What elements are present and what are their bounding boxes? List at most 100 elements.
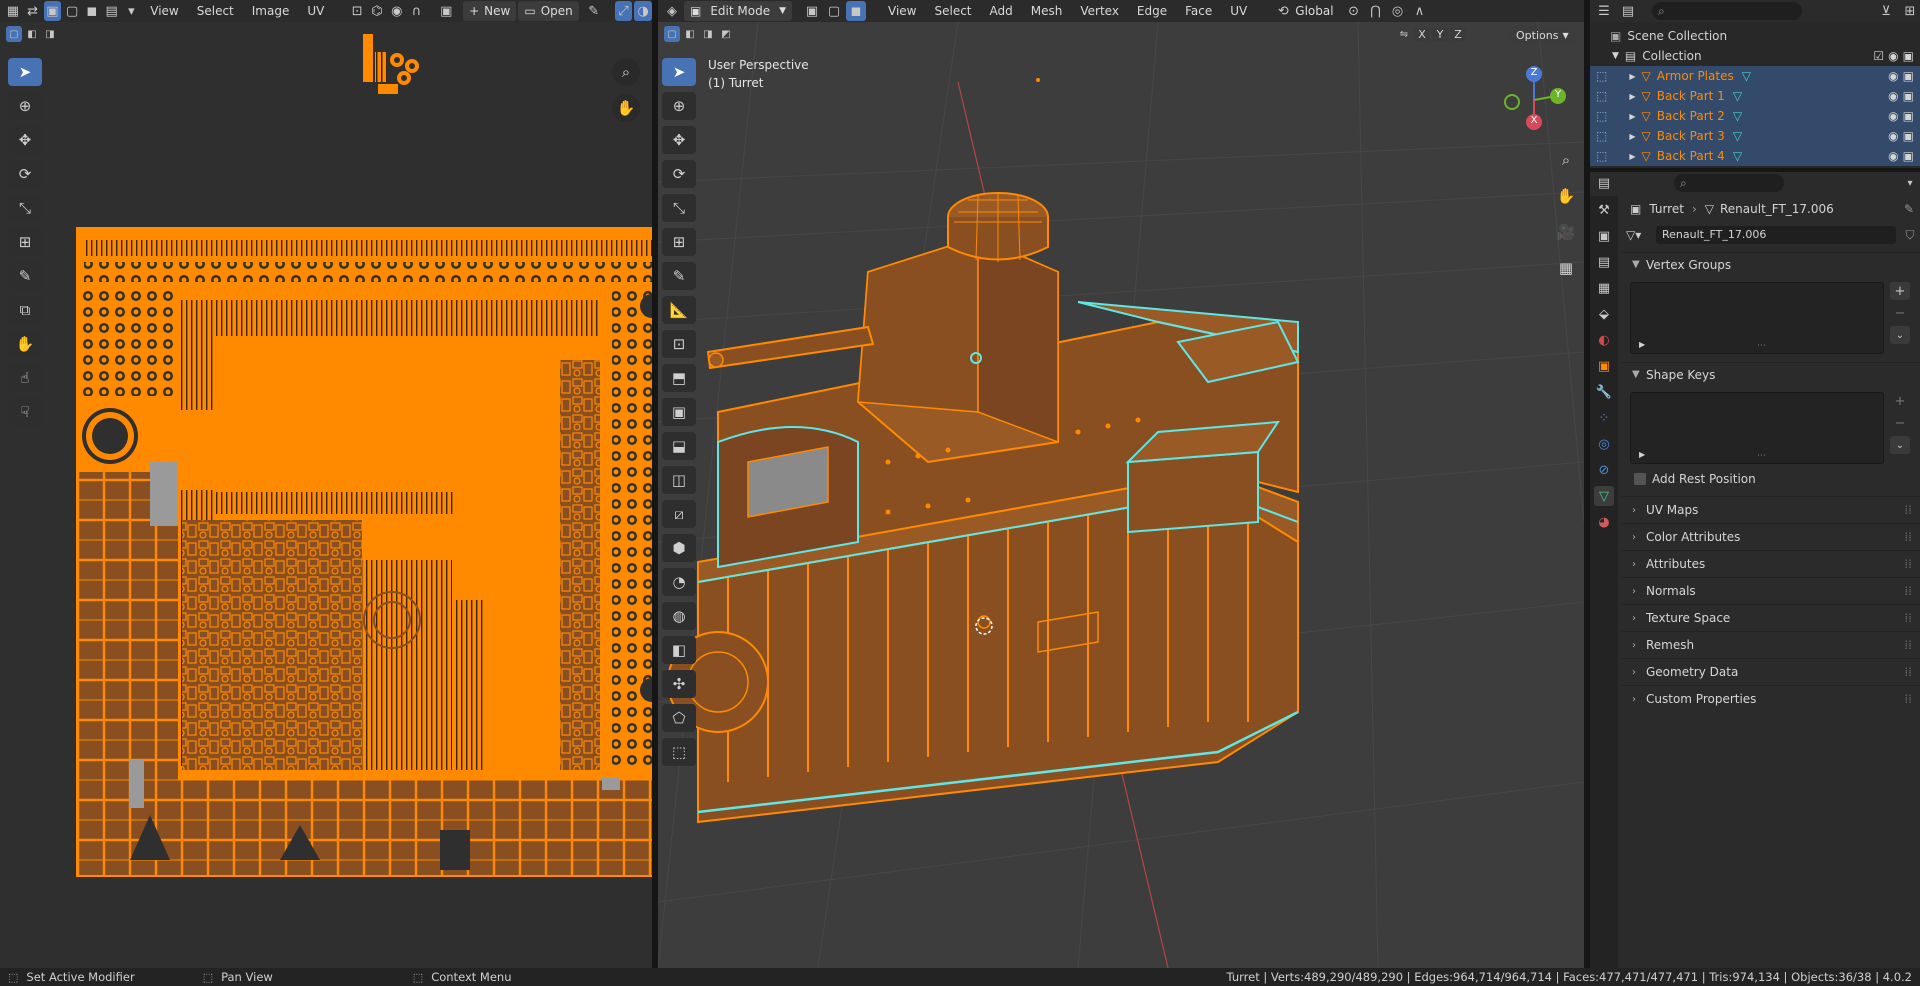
view-layer-tab-icon[interactable]: ▦: [1594, 278, 1614, 298]
remove-icon[interactable]: −: [1890, 414, 1910, 432]
camera-restrict-icon[interactable]: ▣: [1903, 149, 1914, 163]
vp-rip-tool[interactable]: ⬚: [662, 738, 696, 766]
material-tab-icon[interactable]: ◕: [1594, 512, 1614, 532]
face-mode-icon[interactable]: ◼: [846, 1, 866, 21]
drag-handle-icon[interactable]: ⁞⁞: [1904, 611, 1912, 625]
vertex-mode-icon[interactable]: ▣: [802, 1, 822, 21]
add-icon[interactable]: +: [1890, 282, 1910, 300]
mesh-browse-icon[interactable]: ▽▾: [1626, 228, 1652, 242]
constraints-tab-icon[interactable]: ⊘: [1594, 460, 1614, 480]
mesh-name-field[interactable]: Renault_FT_17.006: [1656, 226, 1896, 244]
world-tab-icon[interactable]: ◐: [1594, 330, 1614, 350]
camera-restrict-icon[interactable]: ▣: [1903, 49, 1914, 63]
vp-loop-cut-tool[interactable]: ◫: [662, 466, 696, 494]
camera-restrict-icon[interactable]: ▣: [1903, 129, 1914, 143]
add-rest-position-row[interactable]: Add Rest Position: [1622, 468, 1920, 490]
camera-restrict-icon[interactable]: ▣: [1903, 89, 1914, 103]
edge-mode-icon[interactable]: ▢: [824, 1, 844, 21]
transform-orientation-dropdown[interactable]: Global: [1295, 4, 1333, 18]
resize-handle-icon[interactable]: ⋯: [1757, 451, 1766, 461]
outliner-item-back-part-1[interactable]: ⬚ ▶ ▽ Back Part 1 ▽ ◉ ▣: [1590, 86, 1920, 106]
specials-chevron-icon[interactable]: ⌄: [1890, 326, 1910, 344]
fake-user-icon[interactable]: ⛉: [1900, 228, 1920, 243]
scene-tab-icon[interactable]: ⬙: [1594, 304, 1614, 324]
display-mode-icon[interactable]: ▤: [1618, 1, 1638, 21]
camera-restrict-icon[interactable]: ▣: [1903, 109, 1914, 123]
outliner-type-icon[interactable]: ☰: [1594, 1, 1614, 21]
remove-icon[interactable]: −: [1890, 304, 1910, 322]
panel-custom-properties[interactable]: › Custom Properties ⁞⁞: [1622, 685, 1920, 712]
vp-select-box-tool[interactable]: ➤: [662, 58, 696, 86]
new-collection-icon[interactable]: ⊞: [1900, 1, 1920, 21]
eye-icon[interactable]: ◉: [1888, 109, 1898, 123]
panel-normals[interactable]: › Normals ⁞⁞: [1622, 577, 1920, 604]
vp-move-tool[interactable]: ✥: [662, 126, 696, 154]
modifiers-tab-icon[interactable]: 🔧: [1594, 382, 1614, 402]
particles-tab-icon[interactable]: ⁘: [1594, 408, 1614, 428]
vp-smooth-tool[interactable]: ◍: [662, 602, 696, 630]
panel-remesh[interactable]: › Remesh ⁞⁞: [1622, 631, 1920, 658]
vp-knife-tool[interactable]: ⧄: [662, 500, 696, 528]
vp-add-cube-tool[interactable]: ⊡: [662, 330, 696, 358]
vp-menu-mesh[interactable]: Mesh: [1023, 0, 1071, 22]
checkbox-icon[interactable]: ☑: [1873, 49, 1884, 63]
vp-pan-hand-icon[interactable]: ✋: [1552, 182, 1580, 210]
panel-attributes[interactable]: › Attributes ⁞⁞: [1622, 550, 1920, 577]
panel-shape-keys[interactable]: ▼ Shape Keys: [1622, 362, 1920, 386]
vp-rotate-tool[interactable]: ⟳: [662, 160, 696, 188]
drag-handle-icon[interactable]: ⁞⁞: [1904, 557, 1912, 571]
vp-annotate-tool[interactable]: ✎: [662, 262, 696, 290]
vp-menu-uv[interactable]: UV: [1222, 0, 1255, 22]
camera-icon[interactable]: 🎥: [1552, 218, 1580, 246]
outliner-item-back-part-3[interactable]: ⬚ ▶ ▽ Back Part 3 ▽ ◉ ▣: [1590, 126, 1920, 146]
vp-extrude-tool[interactable]: ⬒: [662, 364, 696, 392]
drag-handle-icon[interactable]: ⁞⁞: [1904, 692, 1912, 706]
vertex-groups-list[interactable]: ▶ ⋯: [1630, 282, 1884, 354]
panel-color-attributes[interactable]: › Color Attributes ⁞⁞: [1622, 523, 1920, 550]
snap-magnet-icon[interactable]: ⋂: [1366, 1, 1386, 21]
vp-edge-slide-tool[interactable]: ◧: [662, 636, 696, 664]
properties-search-field[interactable]: ⌕: [1674, 174, 1784, 192]
tool-tab-icon[interactable]: ⚒: [1594, 200, 1614, 220]
eye-icon[interactable]: ◉: [1888, 69, 1898, 83]
drag-handle-icon[interactable]: ⁞⁞: [1904, 584, 1912, 598]
vp-menu-vertex[interactable]: Vertex: [1072, 0, 1127, 22]
vp-measure-tool[interactable]: 📐: [662, 296, 696, 324]
filter-icon[interactable]: ⊻: [1876, 1, 1896, 21]
editor-type-3d-icon[interactable]: ◈: [662, 1, 682, 21]
viewport-3d[interactable]: ◈ ▣ Edit Mode ▼ ▣ ▢ ◼ View Select Add Mesh…: [658, 0, 1584, 968]
outliner-item-armor-plates[interactable]: ⬚ ▶ ▽ Armor Plates ▽ ◉ ▣: [1590, 66, 1920, 86]
scene-collection-row[interactable]: ▣ Scene Collection: [1590, 26, 1920, 46]
eye-icon[interactable]: ◉: [1888, 129, 1898, 143]
panel-texture-space[interactable]: › Texture Space ⁞⁞: [1622, 604, 1920, 631]
physics-tab-icon[interactable]: ◎: [1594, 434, 1614, 454]
specials-chevron-icon[interactable]: ⌄: [1890, 436, 1910, 454]
pivot-point-icon[interactable]: ⊙: [1344, 1, 1364, 21]
chevron-down-icon[interactable]: ▾: [1900, 173, 1920, 193]
mode-selector[interactable]: ▣ Edit Mode ▼: [684, 1, 792, 21]
pin-icon[interactable]: ✎: [1904, 202, 1914, 216]
falloff-curve-icon[interactable]: ∧: [1410, 1, 1430, 21]
eye-icon[interactable]: ◉: [1888, 149, 1898, 163]
eye-icon[interactable]: ◉: [1888, 89, 1898, 103]
drag-handle-icon[interactable]: ⁞⁞: [1904, 665, 1912, 679]
properties-type-icon[interactable]: ▤: [1594, 173, 1614, 193]
vp-zoom-icon[interactable]: ⌕: [1552, 146, 1580, 174]
vp-scale-tool[interactable]: ⤡: [662, 194, 696, 222]
vp-inset-tool[interactable]: ▣: [662, 398, 696, 426]
vp-menu-edge[interactable]: Edge: [1129, 0, 1175, 22]
vp-spin-tool[interactable]: ◔: [662, 568, 696, 596]
vp-cursor-tool[interactable]: ⊕: [662, 92, 696, 120]
grid-toggle-icon[interactable]: ▦: [1552, 254, 1580, 282]
outliner-search-field[interactable]: ⌕: [1652, 2, 1802, 20]
panel-vertex-groups[interactable]: ▼ Vertex Groups: [1622, 252, 1920, 276]
add-icon[interactable]: +: [1890, 392, 1910, 410]
vp-menu-select[interactable]: Select: [926, 0, 979, 22]
vp-menu-add[interactable]: Add: [982, 0, 1021, 22]
output-tab-icon[interactable]: ▤: [1594, 252, 1614, 272]
vp-transform-tool[interactable]: ⊞: [662, 228, 696, 256]
outliner-item-back-part-2[interactable]: ⬚ ▶ ▽ Back Part 2 ▽ ◉ ▣: [1590, 106, 1920, 126]
vp-menu-face[interactable]: Face: [1177, 0, 1220, 22]
checkbox[interactable]: [1634, 473, 1646, 485]
vp-bevel-tool[interactable]: ⬓: [662, 432, 696, 460]
